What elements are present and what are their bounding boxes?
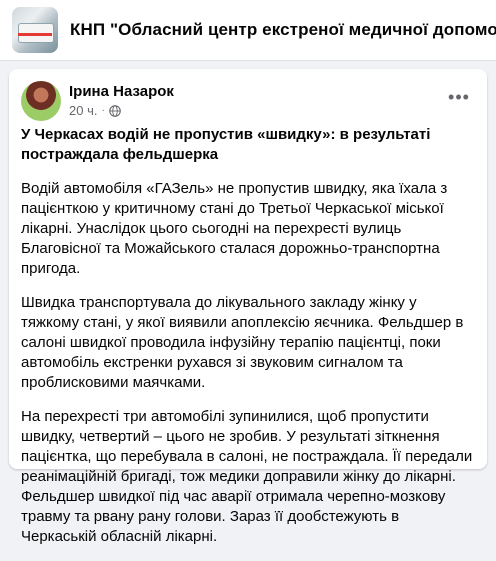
- post-card: Ірина Назарок 20 ч. · ••• У Черкасах вод…: [9, 69, 487, 545]
- author-name[interactable]: Ірина Назарок: [69, 83, 174, 100]
- more-options-icon[interactable]: •••: [443, 85, 475, 109]
- post-header: Ірина Назарок 20 ч. · •••: [21, 81, 475, 121]
- post-headline: У Черкасах водій не пропустив «швидку»: …: [21, 126, 431, 163]
- globe-icon[interactable]: [109, 104, 121, 117]
- post-meta: 20 ч. ·: [69, 103, 121, 118]
- meta-separator: ·: [101, 105, 105, 116]
- avatar[interactable]: [21, 81, 61, 121]
- post-time[interactable]: 20 ч.: [69, 103, 97, 118]
- post-paragraph-2: Швидка транспортувала до лікувального за…: [21, 294, 464, 391]
- group-header: КНП "Обласний центр екстреної медичної д…: [0, 0, 496, 61]
- post-paragraph-3: На перехресті три автомобілі зупинилися,…: [21, 408, 473, 545]
- group-cover-image[interactable]: [12, 7, 58, 53]
- group-title[interactable]: КНП "Обласний центр екстреної медичної д…: [70, 20, 496, 40]
- post-body: У Черкасах водій не пропустив «швидку»: …: [21, 125, 475, 561]
- post-paragraph-1: Водій автомобіля «ГАЗель» не пропустив ш…: [21, 180, 448, 277]
